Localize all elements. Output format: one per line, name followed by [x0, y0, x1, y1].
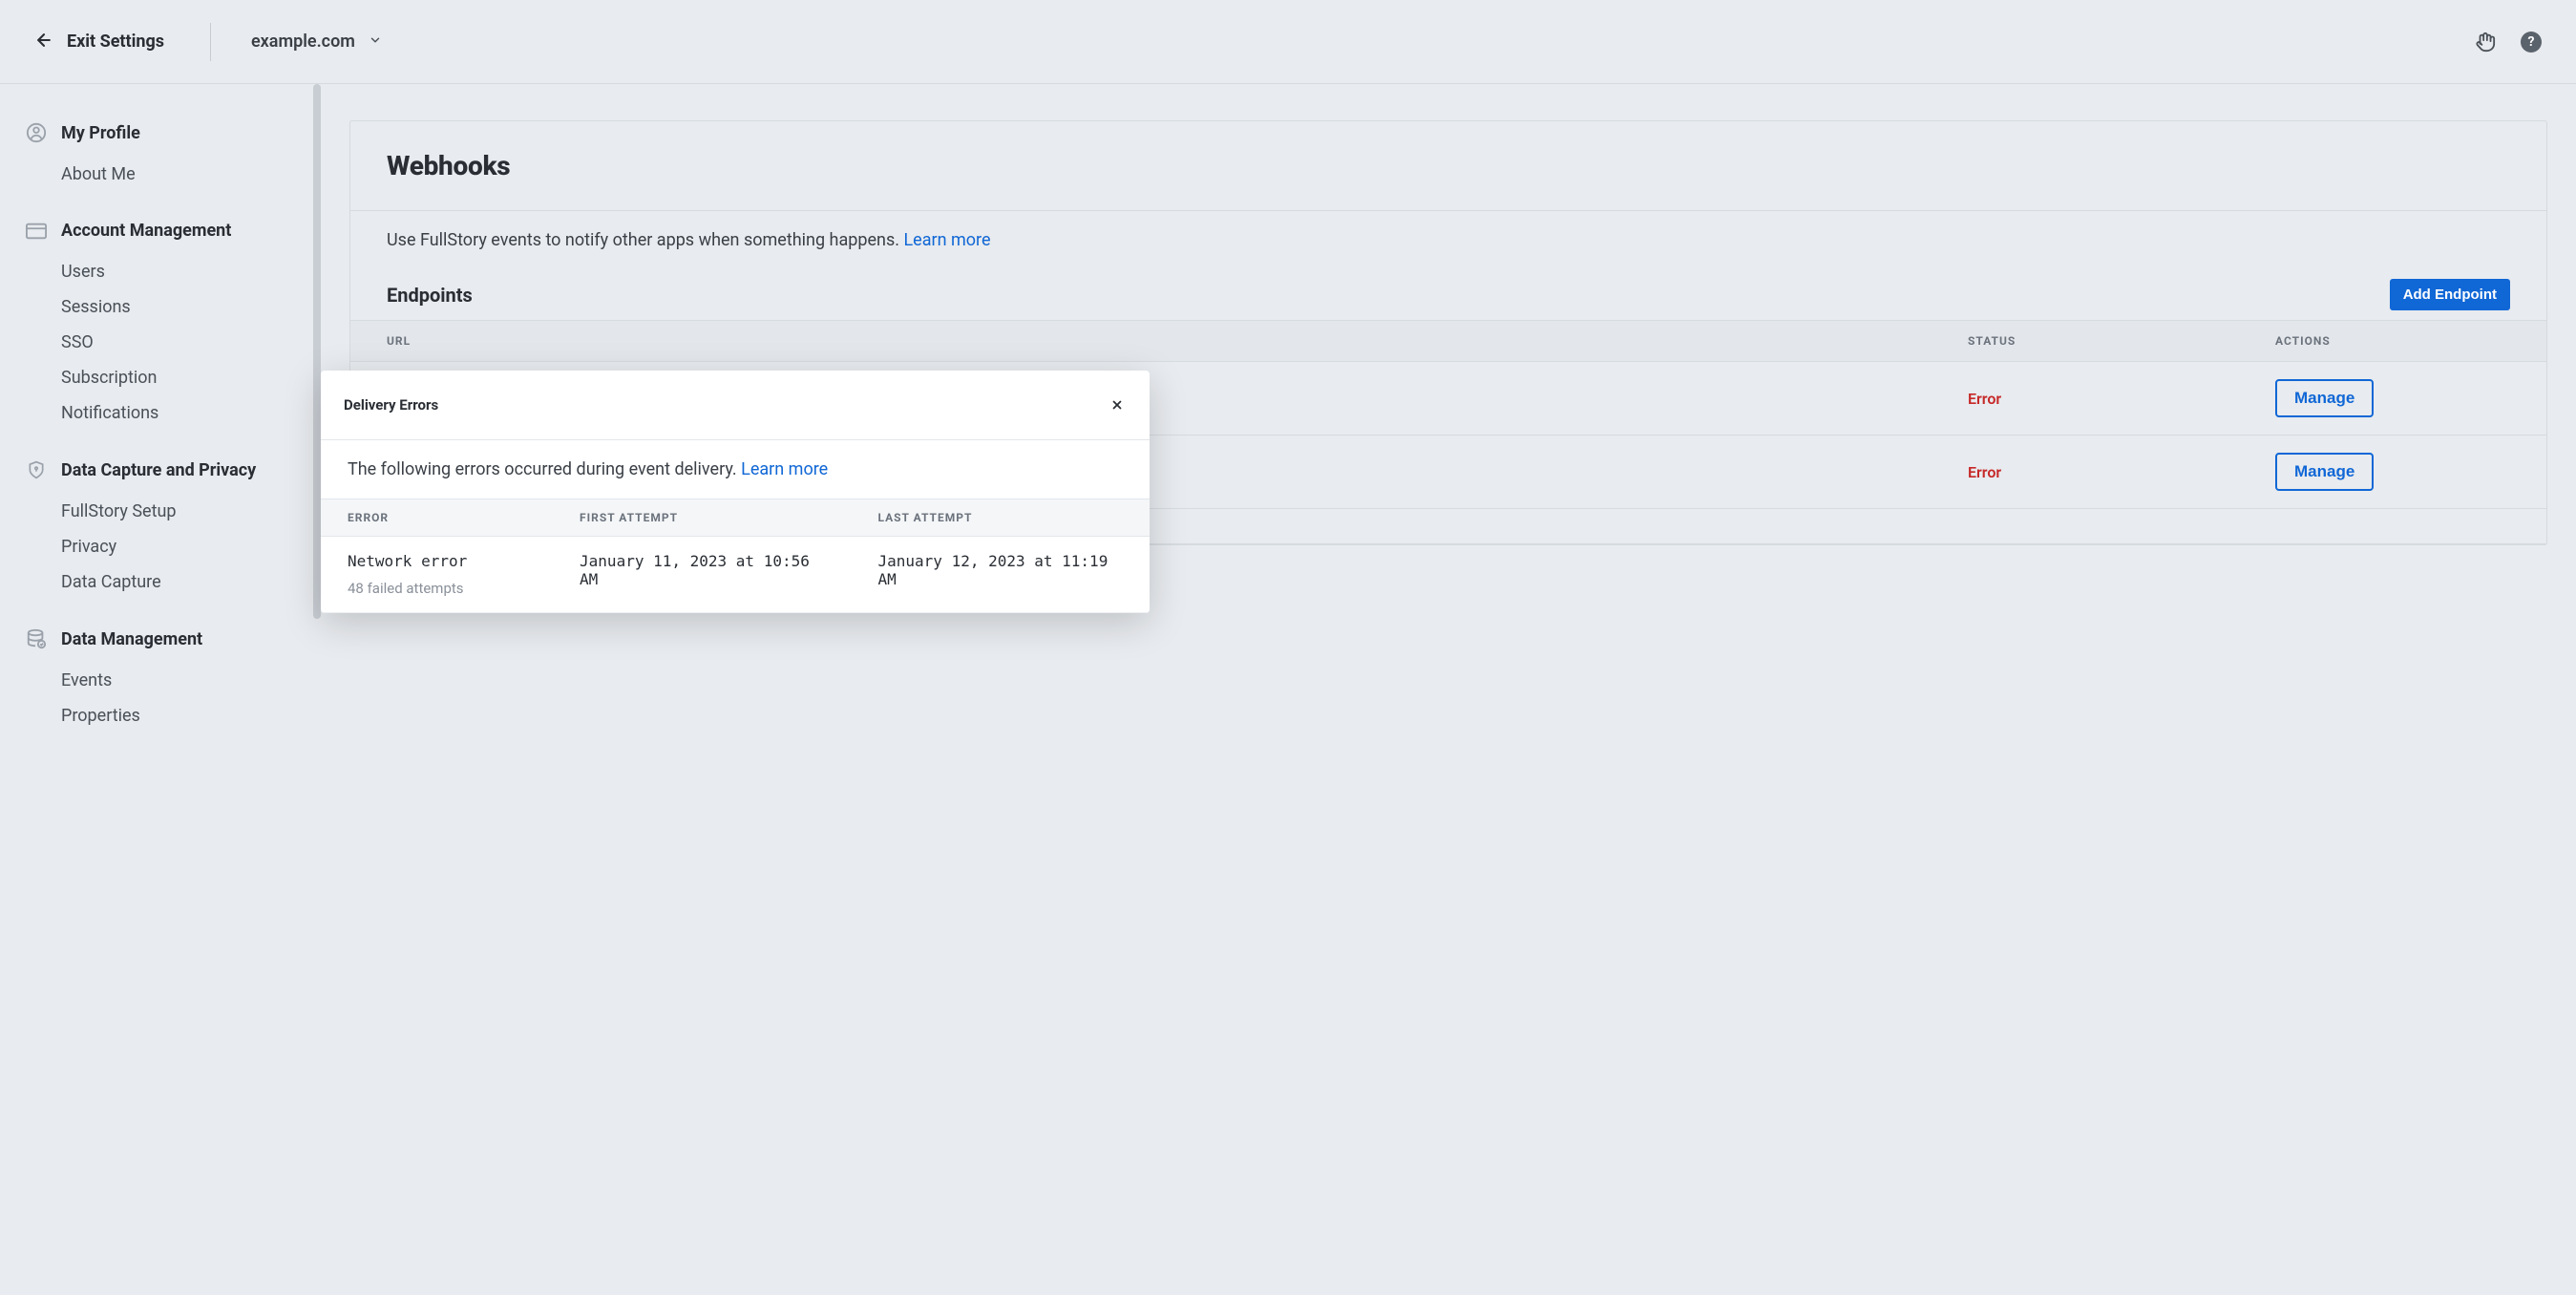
manage-button[interactable]: Manage	[2275, 453, 2374, 491]
domain-selector[interactable]: example.com	[251, 32, 382, 52]
sidebar-heading-label: Account Management	[61, 221, 231, 241]
column-error: ERROR	[321, 499, 553, 537]
sidebar-item-fullstory-setup[interactable]: FullStory Setup	[25, 494, 313, 529]
column-status: STATUS	[1932, 321, 2239, 362]
sidebar-heading-label: Data Capture and Privacy	[61, 460, 256, 480]
sidebar-section-profile: My Profile About Me	[25, 122, 313, 192]
card-icon	[25, 223, 48, 240]
sidebar-item-sso[interactable]: SSO	[25, 325, 313, 360]
exit-settings-label: Exit Settings	[67, 32, 164, 52]
database-icon	[25, 628, 48, 649]
learn-more-link[interactable]: Learn more	[741, 459, 828, 479]
manage-button[interactable]: Manage	[2275, 379, 2374, 417]
status-badge: Error	[1932, 435, 2239, 509]
close-icon[interactable]	[1108, 395, 1127, 414]
failed-attempts: 48 failed attempts	[348, 580, 526, 597]
sidebar-heading-label: Data Management	[61, 629, 202, 649]
arrow-left-icon	[34, 31, 53, 53]
sidebar-item-subscription[interactable]: Subscription	[25, 360, 313, 395]
add-endpoint-button[interactable]: Add Endpoint	[2390, 279, 2510, 310]
endpoints-heading: Endpoints	[387, 284, 473, 307]
sidebar-item-users[interactable]: Users	[25, 254, 313, 289]
sidebar-item-data-capture[interactable]: Data Capture	[25, 564, 313, 600]
column-url: URL	[350, 321, 1932, 362]
modal-description-text: The following errors occurred during eve…	[348, 459, 741, 479]
last-attempt-value: January 12, 2023 at 11:19 AM	[878, 552, 1124, 588]
sidebar-heading-account: Account Management	[25, 221, 313, 241]
help-icon[interactable]: ?	[2521, 32, 2542, 53]
top-bar: Exit Settings example.com ?	[0, 0, 2576, 84]
table-row: Network error 48 failed attempts January…	[321, 537, 1150, 613]
column-last-attempt: LAST ATTEMPT	[852, 499, 1151, 537]
sidebar-item-properties[interactable]: Properties	[25, 698, 313, 733]
sidebar-section-data-mgmt: Data Management Events Properties	[25, 628, 313, 733]
sidebar-heading-profile: My Profile	[25, 122, 313, 143]
domain-label: example.com	[251, 32, 355, 52]
learn-more-link[interactable]: Learn more	[903, 230, 990, 250]
sidebar-item-notifications[interactable]: Notifications	[25, 395, 313, 431]
exit-settings-button[interactable]: Exit Settings	[34, 31, 164, 53]
sidebar-section-account: Account Management Users Sessions SSO Su…	[25, 221, 313, 431]
error-name: Network error	[348, 552, 526, 570]
sidebar-item-sessions[interactable]: Sessions	[25, 289, 313, 325]
sidebar: My Profile About Me Account Management U…	[0, 84, 313, 1295]
sidebar-heading-capture: Data Capture and Privacy	[25, 459, 313, 480]
sidebar-scrollbar[interactable]	[313, 84, 321, 1295]
page-title: Webhooks	[387, 150, 2510, 181]
shield-icon	[25, 459, 48, 480]
modal-description: The following errors occurred during eve…	[321, 440, 1150, 499]
modal-title: Delivery Errors	[344, 396, 438, 414]
sidebar-item-events[interactable]: Events	[25, 663, 313, 698]
main-content: Webhooks Use FullStory events to notify …	[321, 84, 2576, 1295]
chevron-down-icon	[369, 33, 382, 51]
divider	[210, 23, 211, 61]
hand-icon[interactable]	[2475, 32, 2496, 53]
delivery-errors-modal: Delivery Errors The following errors occ…	[321, 371, 1150, 613]
column-first-attempt: FIRST ATTEMPT	[553, 499, 851, 537]
sidebar-item-about-me[interactable]: About Me	[25, 157, 313, 192]
page-description: Use FullStory events to notify other app…	[350, 211, 2546, 258]
sidebar-item-privacy[interactable]: Privacy	[25, 529, 313, 564]
sidebar-heading-data-mgmt: Data Management	[25, 628, 313, 649]
user-icon	[25, 122, 48, 143]
sidebar-heading-label: My Profile	[61, 123, 140, 143]
status-badge: Error	[1932, 362, 2239, 435]
sidebar-section-capture: Data Capture and Privacy FullStory Setup…	[25, 459, 313, 600]
first-attempt-value: January 11, 2023 at 10:56 AM	[580, 552, 824, 588]
column-actions: ACTIONS	[2239, 321, 2546, 362]
errors-table: ERROR FIRST ATTEMPT LAST ATTEMPT Network…	[321, 499, 1150, 613]
description-text: Use FullStory events to notify other app…	[387, 230, 903, 250]
